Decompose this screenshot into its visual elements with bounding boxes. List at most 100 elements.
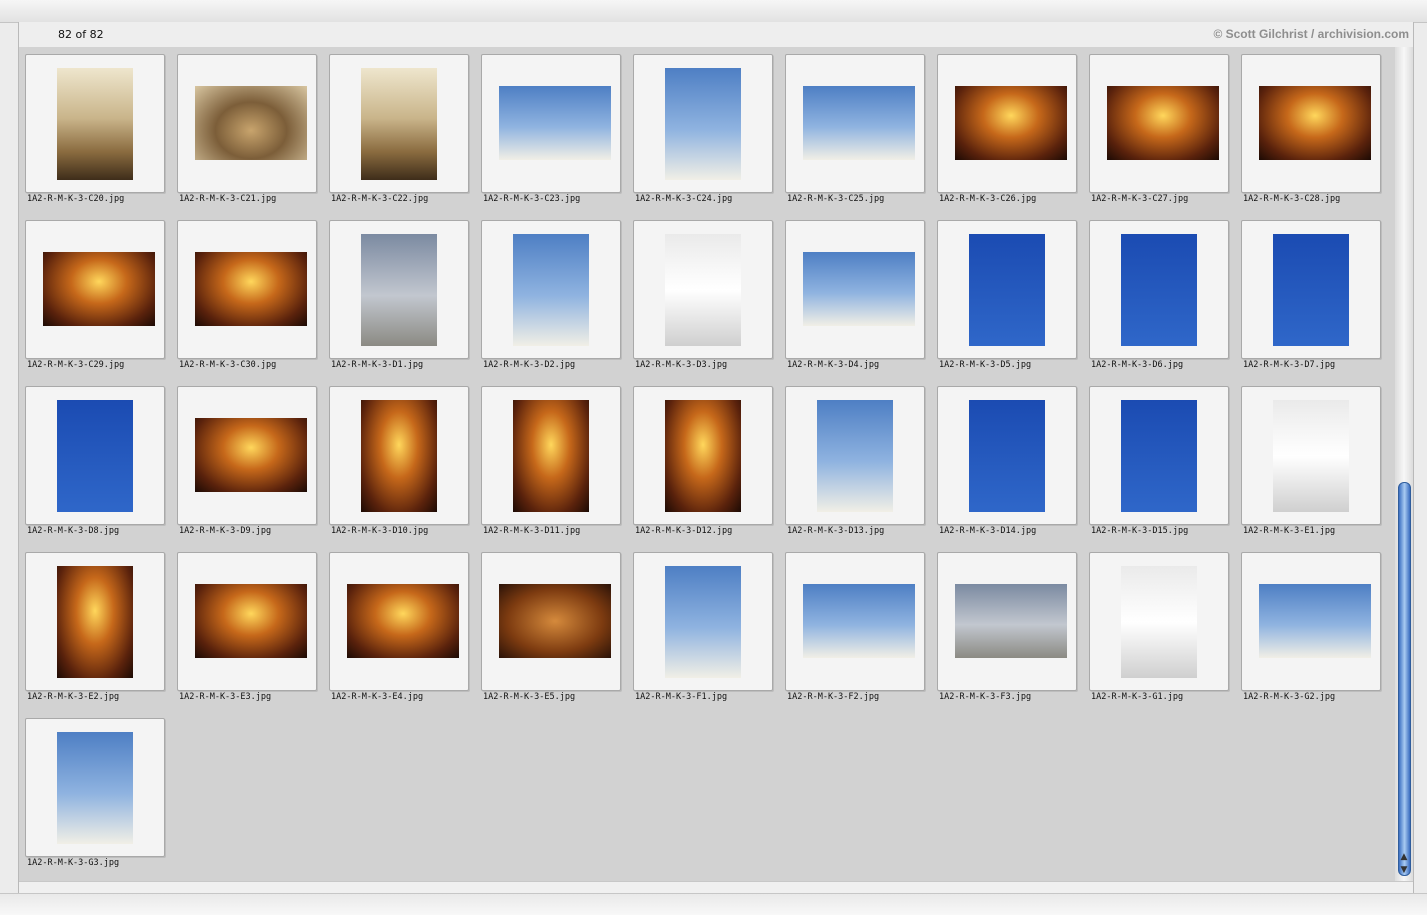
slide-frame[interactable] <box>1089 552 1229 691</box>
slide-frame[interactable] <box>481 386 621 525</box>
thumbnail-image[interactable] <box>57 732 133 844</box>
vertical-scrollbar[interactable]: ▲ ▼ <box>1395 47 1413 881</box>
slide-frame[interactable] <box>1089 386 1229 525</box>
slide-frame[interactable] <box>481 54 621 193</box>
thumbnail-image[interactable] <box>499 86 611 160</box>
thumbnail-item[interactable]: 1A2-R-M-K-3-F1.jpg <box>627 545 779 711</box>
thumbnail-item[interactable]: 1A2-R-M-K-3-D2.jpg <box>475 213 627 379</box>
thumbnail-image[interactable] <box>195 86 307 160</box>
thumbnail-item[interactable]: 1A2-R-M-K-3-C30.jpg <box>171 213 323 379</box>
thumbnail-item[interactable]: 1A2-R-M-K-3-E1.jpg <box>1235 379 1387 545</box>
slide-frame[interactable] <box>25 54 165 193</box>
thumbnail-image[interactable] <box>1121 400 1197 512</box>
scrollbar-thumb[interactable] <box>1398 482 1411 876</box>
slide-frame[interactable] <box>937 386 1077 525</box>
slide-frame[interactable] <box>177 220 317 359</box>
thumbnail-item[interactable]: 1A2-R-M-K-3-E5.jpg <box>475 545 627 711</box>
thumbnail-item[interactable]: 1A2-R-M-K-3-C23.jpg <box>475 47 627 213</box>
thumbnail-image[interactable] <box>1107 86 1219 160</box>
thumbnail-item[interactable]: 1A2-R-M-K-3-G3.jpg <box>19 711 171 877</box>
thumbnail-image[interactable] <box>1259 584 1371 658</box>
thumbnail-item[interactable]: 1A2-R-M-K-3-D12.jpg <box>627 379 779 545</box>
thumbnail-image[interactable] <box>361 234 437 346</box>
slide-frame[interactable] <box>785 386 925 525</box>
thumbnail-image[interactable] <box>1259 86 1371 160</box>
thumbnail-item[interactable]: 1A2-R-M-K-3-D8.jpg <box>19 379 171 545</box>
slide-frame[interactable] <box>1241 552 1381 691</box>
thumbnail-image[interactable] <box>955 86 1067 160</box>
slide-frame[interactable] <box>1241 220 1381 359</box>
thumbnail-item[interactable]: 1A2-R-M-K-3-E4.jpg <box>323 545 475 711</box>
thumbnail-item[interactable]: 1A2-R-M-K-3-D5.jpg <box>931 213 1083 379</box>
thumbnail-image[interactable] <box>57 68 133 180</box>
thumbnail-image[interactable] <box>1273 400 1349 512</box>
slide-frame[interactable] <box>1241 386 1381 525</box>
slide-frame[interactable] <box>177 386 317 525</box>
thumbnail-item[interactable]: 1A2-R-M-K-3-E3.jpg <box>171 545 323 711</box>
slide-frame[interactable] <box>633 220 773 359</box>
thumbnail-item[interactable]: 1A2-R-M-K-3-F3.jpg <box>931 545 1083 711</box>
slide-frame[interactable] <box>1241 54 1381 193</box>
slide-frame[interactable] <box>785 54 925 193</box>
thumbnail-item[interactable]: 1A2-R-M-K-3-C20.jpg <box>19 47 171 213</box>
thumbnail-item[interactable]: 1A2-R-M-K-3-D14.jpg <box>931 379 1083 545</box>
thumbnail-image[interactable] <box>361 400 437 512</box>
slide-frame[interactable] <box>481 552 621 691</box>
thumbnail-item[interactable]: 1A2-R-M-K-3-D11.jpg <box>475 379 627 545</box>
thumbnail-image[interactable] <box>969 400 1045 512</box>
thumbnail-item[interactable]: 1A2-R-M-K-3-F2.jpg <box>779 545 931 711</box>
thumbnail-image[interactable] <box>513 234 589 346</box>
thumbnail-image[interactable] <box>969 234 1045 346</box>
thumbnail-image[interactable] <box>665 400 741 512</box>
thumbnail-item[interactable]: 1A2-R-M-K-3-C26.jpg <box>931 47 1083 213</box>
thumbnail-image[interactable] <box>1273 234 1349 346</box>
slide-frame[interactable] <box>1089 54 1229 193</box>
thumbnail-item[interactable]: 1A2-R-M-K-3-D4.jpg <box>779 213 931 379</box>
thumbnail-item[interactable]: 1A2-R-M-K-3-D3.jpg <box>627 213 779 379</box>
slide-frame[interactable] <box>25 552 165 691</box>
thumbnail-image[interactable] <box>347 584 459 658</box>
thumbnail-image[interactable] <box>195 252 307 326</box>
thumbnail-image[interactable] <box>665 234 741 346</box>
thumbnail-image[interactable] <box>1121 566 1197 678</box>
thumbnail-image[interactable] <box>57 566 133 678</box>
thumbnail-item[interactable]: 1A2-R-M-K-3-E2.jpg <box>19 545 171 711</box>
scroll-up-arrow-icon[interactable]: ▲ <box>1398 852 1410 862</box>
slide-frame[interactable] <box>25 220 165 359</box>
slide-frame[interactable] <box>329 54 469 193</box>
slide-frame[interactable] <box>177 552 317 691</box>
thumbnail-item[interactable]: 1A2-R-M-K-3-D7.jpg <box>1235 213 1387 379</box>
slide-frame[interactable] <box>329 386 469 525</box>
thumbnail-image[interactable] <box>817 400 893 512</box>
thumbnail-item[interactable]: 1A2-R-M-K-3-C22.jpg <box>323 47 475 213</box>
thumbnail-image[interactable] <box>803 252 915 326</box>
thumbnail-item[interactable]: 1A2-R-M-K-3-G1.jpg <box>1083 545 1235 711</box>
thumbnail-item[interactable]: 1A2-R-M-K-3-C24.jpg <box>627 47 779 213</box>
thumbnail-item[interactable]: 1A2-R-M-K-3-D9.jpg <box>171 379 323 545</box>
thumbnail-item[interactable]: 1A2-R-M-K-3-C29.jpg <box>19 213 171 379</box>
thumbnail-item[interactable]: 1A2-R-M-K-3-D10.jpg <box>323 379 475 545</box>
slide-frame[interactable] <box>633 552 773 691</box>
thumbnail-image[interactable] <box>57 400 133 512</box>
slide-frame[interactable] <box>177 54 317 193</box>
thumbnail-image[interactable] <box>499 584 611 658</box>
slide-frame[interactable] <box>481 220 621 359</box>
slide-frame[interactable] <box>633 386 773 525</box>
thumbnail-item[interactable]: 1A2-R-M-K-3-D1.jpg <box>323 213 475 379</box>
slide-frame[interactable] <box>937 552 1077 691</box>
thumbnail-item[interactable]: 1A2-R-M-K-3-D15.jpg <box>1083 379 1235 545</box>
thumbnail-image[interactable] <box>665 68 741 180</box>
slide-frame[interactable] <box>937 54 1077 193</box>
thumbnail-item[interactable]: 1A2-R-M-K-3-D13.jpg <box>779 379 931 545</box>
thumbnail-image[interactable] <box>803 584 915 658</box>
slide-frame[interactable] <box>25 718 165 857</box>
thumbnail-image[interactable] <box>1121 234 1197 346</box>
thumbnail-image[interactable] <box>195 584 307 658</box>
slide-frame[interactable] <box>785 220 925 359</box>
thumbnail-image[interactable] <box>43 252 155 326</box>
thumbnail-image[interactable] <box>665 566 741 678</box>
slide-frame[interactable] <box>329 552 469 691</box>
thumbnail-item[interactable]: 1A2-R-M-K-3-D6.jpg <box>1083 213 1235 379</box>
thumbnail-image[interactable] <box>361 68 437 180</box>
slide-frame[interactable] <box>1089 220 1229 359</box>
